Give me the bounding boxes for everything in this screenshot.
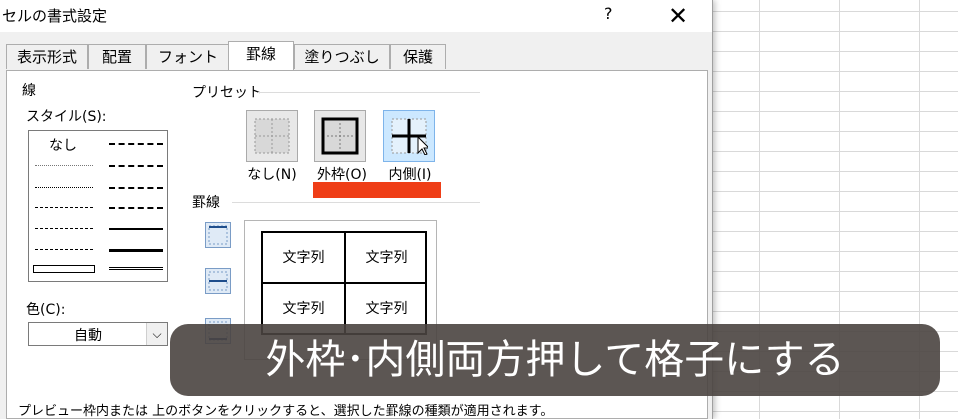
color-dropdown[interactable]: 自動 ⌵ — [28, 322, 168, 346]
preview-cell: 文字列 — [365, 250, 408, 266]
line-style-double[interactable] — [109, 267, 163, 270]
inside-border-icon — [391, 118, 428, 155]
color-value: 自動 — [74, 328, 102, 344]
preset-inside-button[interactable] — [383, 110, 435, 162]
border-top-button[interactable] — [205, 222, 231, 248]
instruction-text: プレビュー枠内または 上のボタンをクリックすると、選択した罫線の種類が適用されま… — [18, 404, 554, 419]
line-style-medium-dash-dot-dot[interactable] — [109, 143, 163, 145]
dialog-title: セルの書式設定 — [2, 7, 108, 25]
video-caption: 外枠･内側両方押して格子にする — [170, 324, 940, 396]
dialog-titlebar: セルの書式設定 ? ✕ — [0, 0, 712, 32]
line-style-slant-dash-dot[interactable] — [109, 165, 163, 167]
color-label: 色(C): — [26, 302, 66, 318]
tab-fill[interactable]: 塗りつぶし — [294, 44, 390, 69]
preset-group-divider — [258, 92, 480, 93]
preview-grid[interactable]: 文字列 文字列 文字列 文字列 — [261, 231, 427, 335]
line-style-none[interactable]: なし — [49, 135, 77, 155]
tab-font[interactable]: フォント — [146, 44, 230, 69]
tab-border[interactable]: 罫線 — [228, 41, 294, 70]
no-border-icon — [254, 118, 290, 154]
line-group-title: 線 — [22, 83, 36, 99]
line-style-dotted[interactable] — [35, 187, 93, 188]
preset-none-label: なし(N) — [247, 167, 297, 183]
preset-none-button[interactable] — [246, 110, 298, 162]
preview-cell: 文字列 — [282, 250, 325, 266]
border-horizontal-icon — [208, 271, 228, 291]
preset-outline-button[interactable] — [314, 110, 366, 162]
tab-protection[interactable]: 保護 — [390, 44, 446, 69]
style-label: スタイル(S): — [26, 109, 107, 125]
close-button[interactable]: ✕ — [668, 0, 688, 32]
line-style-dash-dot-dot[interactable] — [35, 207, 93, 208]
border-top-icon — [208, 225, 228, 245]
line-style-medium-dashed[interactable] — [109, 207, 163, 209]
preset-group-title: プリセット — [192, 85, 262, 101]
preset-inside-label: 内側(I) — [388, 167, 432, 183]
line-style-dashed[interactable] — [35, 249, 93, 250]
preset-outline-label: 外枠(O) — [317, 167, 367, 183]
line-style-dash-dot[interactable] — [35, 228, 93, 229]
line-style-medium-dash-dot[interactable] — [109, 187, 163, 189]
tab-alignment[interactable]: 配置 — [88, 44, 146, 69]
line-style-hairline[interactable] — [35, 165, 93, 166]
line-style-medium[interactable] — [109, 228, 163, 230]
line-style-thin-selected[interactable] — [33, 265, 95, 273]
tab-number-format[interactable]: 表示形式 — [6, 44, 88, 69]
chevron-down-icon[interactable]: ⌵ — [146, 323, 167, 345]
line-style-list[interactable]: なし — [28, 130, 168, 282]
border-inside-horizontal-button[interactable] — [205, 268, 231, 294]
border-group-divider — [232, 202, 480, 203]
line-style-thick[interactable] — [109, 249, 163, 252]
highlight-underline — [313, 182, 441, 198]
help-button[interactable]: ? — [604, 4, 613, 23]
outline-border-icon — [321, 117, 359, 155]
border-group-title: 罫線 — [192, 195, 220, 211]
